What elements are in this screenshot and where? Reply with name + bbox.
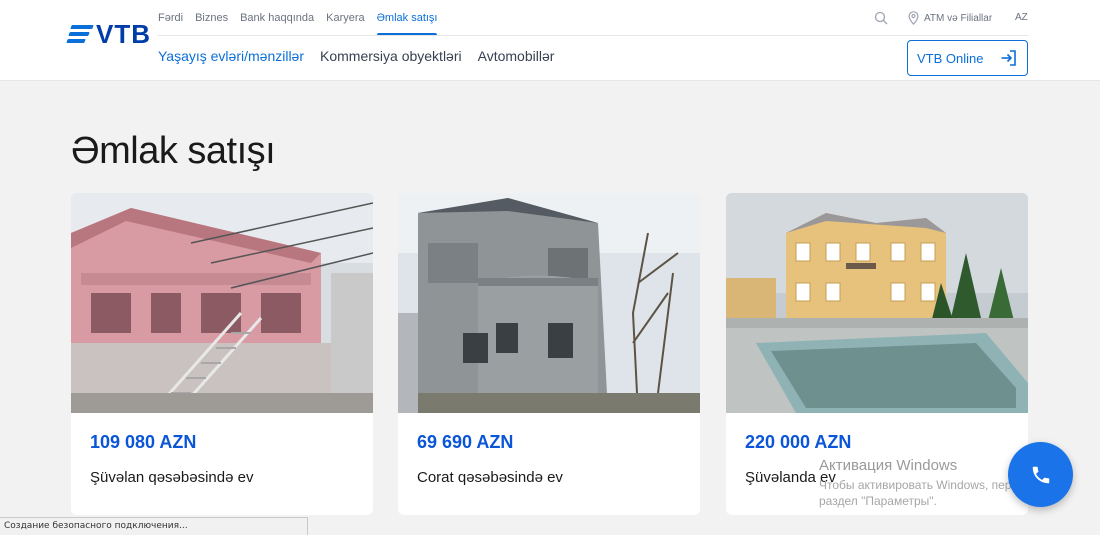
listing-card[interactable]: 69 690 AZN Corat qəsəbəsində ev <box>398 193 700 515</box>
browser-status-bar: Создание безопасного подключения... <box>0 517 308 535</box>
page-title: Əmlak satışı <box>71 130 276 172</box>
listing-price: 109 080 AZN <box>90 432 197 452</box>
listing-photo <box>71 193 373 413</box>
listing-price: 69 690 AZN <box>417 432 514 452</box>
atm-branches-link[interactable]: ATM və Filiallar <box>908 11 992 25</box>
sub-nav-vehicles[interactable]: Avtomobillər <box>478 48 555 64</box>
top-nav-emlak-satisi[interactable]: Əmlak satışı <box>376 0 437 36</box>
location-pin-icon <box>908 11 919 25</box>
vtb-online-button[interactable]: VTB Online <box>907 40 1028 76</box>
sub-nav-commercial[interactable]: Kommersiya obyektləri <box>320 48 462 64</box>
listing-card[interactable]: 109 080 AZN Şüvəlan qəsəbəsində ev <box>71 193 373 515</box>
search-icon[interactable] <box>874 11 888 25</box>
listing-photo <box>726 193 1028 413</box>
vtb-logo[interactable]: VTB <box>66 17 151 51</box>
language-switcher[interactable]: AZ <box>1015 12 1028 23</box>
top-nav: Fərdi Biznes Bank haqqında Karyera Əmlak… <box>158 0 449 36</box>
top-nav-biznes[interactable]: Biznes <box>195 0 228 36</box>
nav-divider <box>158 35 1028 36</box>
listing-title[interactable]: Şüvəlan qəsəbəsində ev <box>90 469 253 486</box>
windows-activation-watermark-title: Активация Windows <box>819 457 958 474</box>
listing-title[interactable]: Corat qəsəbəsində ev <box>417 469 563 486</box>
top-nav-karyera[interactable]: Karyera <box>326 0 365 36</box>
phone-icon <box>1032 466 1049 483</box>
top-nav-bank-haqqinda[interactable]: Bank haqqında <box>240 0 314 36</box>
vtb-online-label: VTB Online <box>917 50 984 66</box>
call-button[interactable] <box>1008 442 1073 507</box>
sub-nav: Yaşayış evləri/mənzillər Kommersiya obye… <box>158 48 554 64</box>
sub-nav-residential[interactable]: Yaşayış evləri/mənzillər <box>158 48 304 64</box>
listing-price: 220 000 AZN <box>745 432 852 452</box>
logo-mark-icon <box>66 25 94 43</box>
listing-photo <box>398 193 700 413</box>
site-header: VTB Fərdi Biznes Bank haqqında Karyera Ə… <box>0 0 1100 81</box>
atm-label: ATM və Filiallar <box>924 12 993 24</box>
top-nav-ferdi[interactable]: Fərdi <box>158 0 183 36</box>
login-icon <box>1001 50 1016 66</box>
